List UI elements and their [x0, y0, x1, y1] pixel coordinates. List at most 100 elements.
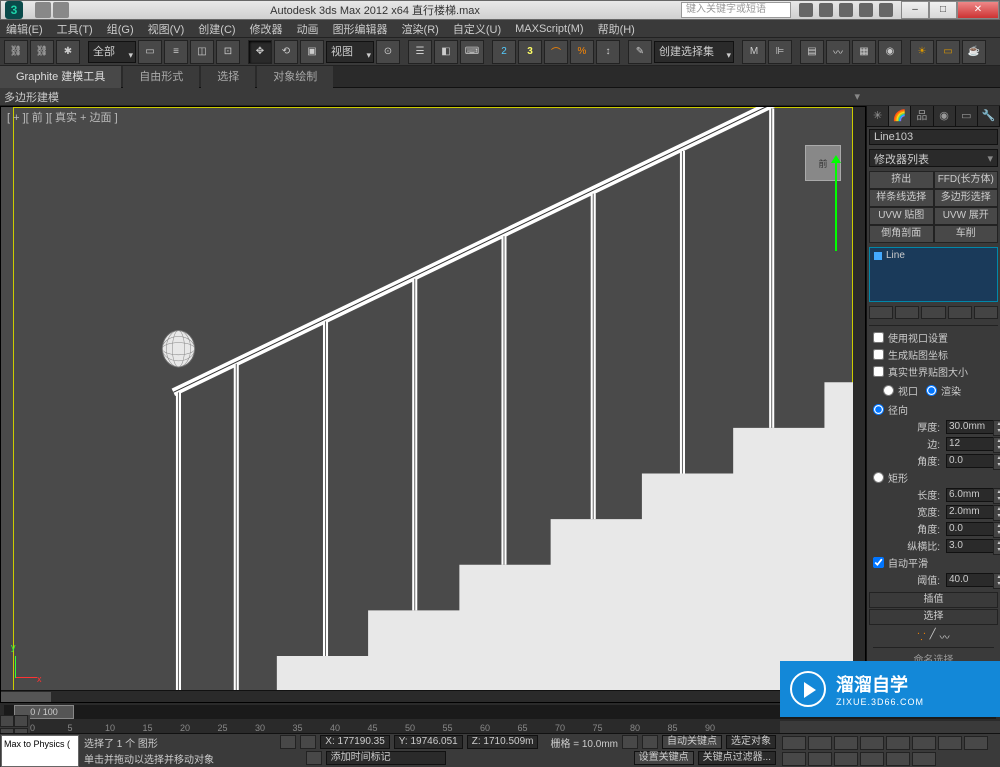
modify-tab-icon[interactable]: 🌈 — [889, 106, 911, 126]
snap-toggle-icon[interactable]: 2 — [492, 40, 516, 64]
selection-filter-combo[interactable]: 全部 — [88, 41, 136, 63]
btn-uvw-unwrap[interactable]: UVW 展开 — [934, 207, 999, 225]
radio-radial[interactable] — [873, 404, 884, 415]
menu-views[interactable]: 视图(V) — [148, 21, 185, 37]
comm-center-icon[interactable] — [799, 3, 813, 17]
btn-ffd[interactable]: FFD(长方体) — [934, 171, 999, 189]
edit-named-sel-icon[interactable]: ✎ — [628, 40, 652, 64]
menu-maxscript[interactable]: MAXScript(M) — [515, 23, 583, 35]
named-sel-combo[interactable]: 创建选择集 — [654, 41, 734, 63]
length-spinner[interactable]: 6.0mm — [946, 488, 994, 502]
filter-icon[interactable] — [14, 715, 28, 727]
menu-group[interactable]: 组(G) — [107, 21, 134, 37]
chk-real-world[interactable] — [873, 366, 884, 377]
btn-spline-sel[interactable]: 样条线选择 — [869, 189, 934, 207]
spinner-snap-icon[interactable]: ↕ — [596, 40, 620, 64]
menu-modifiers[interactable]: 修改器 — [250, 21, 283, 37]
favorite-icon[interactable] — [819, 3, 833, 17]
align-icon[interactable]: ⊫ — [768, 40, 792, 64]
menu-grapheditors[interactable]: 图形编辑器 — [333, 21, 388, 37]
menu-create[interactable]: 创建(C) — [198, 21, 235, 37]
display-tab-icon[interactable]: ▭ — [956, 106, 978, 126]
percent-snap-icon[interactable]: % — [570, 40, 594, 64]
object-name-input[interactable]: Line103 — [869, 129, 998, 145]
snap3-icon[interactable]: 3 — [518, 40, 542, 64]
viewport-scrollbar-v[interactable] — [853, 107, 865, 690]
angle-spinner[interactable]: 0.0 — [946, 454, 994, 468]
pan-icon[interactable] — [938, 736, 962, 750]
btn-bevel-profile[interactable]: 倒角剖面 — [869, 225, 934, 243]
radio-render[interactable] — [926, 385, 937, 396]
viewport-scrollbar-h[interactable] — [1, 690, 851, 702]
show-end-icon[interactable] — [895, 306, 919, 319]
rollout-interp[interactable]: 插值 — [869, 592, 998, 608]
chk-autosmooth[interactable] — [873, 557, 884, 568]
isolate-icon[interactable] — [622, 735, 638, 749]
mirror-icon[interactable]: M — [742, 40, 766, 64]
ref-coord-combo[interactable]: 视图 — [326, 41, 374, 63]
next-frame-icon[interactable] — [860, 736, 884, 750]
width-spinner[interactable]: 2.0mm — [946, 505, 994, 519]
key-filters-button[interactable]: 关键点过滤器... — [698, 751, 776, 765]
scale-icon[interactable]: ▣ — [300, 40, 324, 64]
select-icon[interactable]: ▭ — [138, 40, 162, 64]
menu-rendering[interactable]: 渲染(R) — [402, 21, 439, 37]
threshold-spinner[interactable]: 40.0 — [946, 573, 994, 587]
zoom-ext-icon[interactable] — [808, 752, 832, 766]
add-time-tag[interactable]: 添加时间标记 — [326, 751, 446, 765]
signin-icon[interactable] — [839, 3, 853, 17]
schematic-icon[interactable]: ▦ — [852, 40, 876, 64]
radio-rect[interactable] — [873, 472, 884, 483]
viewport-label[interactable]: [ + ][ 前 ][ 真实 + 边面 ] — [7, 109, 118, 125]
menu-customize[interactable]: 自定义(U) — [453, 21, 501, 37]
configure-icon[interactable] — [974, 306, 998, 319]
time-tag-icon[interactable] — [306, 751, 322, 765]
link-icon[interactable]: ⛓ — [4, 40, 28, 64]
max-viewport-icon[interactable] — [886, 752, 910, 766]
create-tab-icon[interactable]: ✳ — [867, 106, 889, 126]
render-setup-icon[interactable]: ☀ — [910, 40, 934, 64]
unlink-icon[interactable]: ⛓ — [30, 40, 54, 64]
menu-animation[interactable]: 动画 — [297, 21, 319, 37]
btn-uvw-map[interactable]: UVW 贴图 — [869, 207, 934, 225]
fov-icon[interactable] — [912, 752, 936, 766]
manipulate-icon[interactable]: ◧ — [434, 40, 458, 64]
ribbon-paint[interactable]: 对象绘制 — [257, 66, 333, 88]
menu-edit[interactable]: 编辑(E) — [6, 21, 43, 37]
lock-selection-icon[interactable] — [280, 735, 296, 749]
region-zoom-icon[interactable] — [860, 752, 884, 766]
unique-icon[interactable] — [921, 306, 945, 319]
close-button[interactable]: ✕ — [957, 1, 999, 19]
modifier-stack[interactable]: Line — [869, 247, 998, 302]
zoom-all-icon[interactable] — [782, 752, 806, 766]
btn-extrude[interactable]: 挤出 — [869, 171, 934, 189]
help-icon[interactable] — [879, 3, 893, 17]
ribbon-graphite[interactable]: Graphite 建模工具 — [0, 66, 121, 88]
pivot-icon[interactable]: ⊙ — [376, 40, 400, 64]
rangle-spinner[interactable]: 0.0 — [946, 522, 994, 536]
maxscript-listener[interactable]: Max to Physics ( — [1, 735, 79, 767]
menu-tools[interactable]: 工具(T) — [57, 21, 93, 37]
keyboard-icon[interactable]: ⌨ — [460, 40, 484, 64]
minimize-button[interactable]: – — [901, 1, 929, 19]
remove-mod-icon[interactable] — [948, 306, 972, 319]
material-editor-icon[interactable]: ◉ — [878, 40, 902, 64]
btn-poly-sel[interactable]: 多边形选择 — [934, 189, 999, 207]
render-icon[interactable]: ☕ — [962, 40, 986, 64]
viewport[interactable]: [ + ][ 前 ][ 真实 + 边面 ] — [0, 106, 866, 703]
coord-y[interactable]: Y: 19746.051 — [394, 735, 463, 749]
thickness-spinner[interactable]: 30.0mm — [946, 420, 994, 434]
coord-z[interactable]: Z: 1710.509m — [467, 735, 539, 749]
angle-snap-icon[interactable]: ⌒ — [544, 40, 568, 64]
hierarchy-tab-icon[interactable]: 品 — [911, 106, 933, 126]
sides-spinner[interactable]: 12 — [946, 437, 994, 451]
ribbon-selection[interactable]: 选择 — [201, 66, 255, 88]
aspect-spinner[interactable]: 3.0 — [946, 539, 994, 553]
prev-frame-icon[interactable] — [808, 736, 832, 750]
move-icon[interactable]: ✥ — [248, 40, 272, 64]
maximize-button[interactable]: □ — [929, 1, 957, 19]
modifier-list-combo[interactable]: 修改器列表 — [869, 149, 998, 167]
auto-key-button[interactable]: 自动关键点 — [662, 735, 722, 749]
rendered-frame-icon[interactable]: ▭ — [936, 40, 960, 64]
goto-end-icon[interactable] — [886, 736, 910, 750]
